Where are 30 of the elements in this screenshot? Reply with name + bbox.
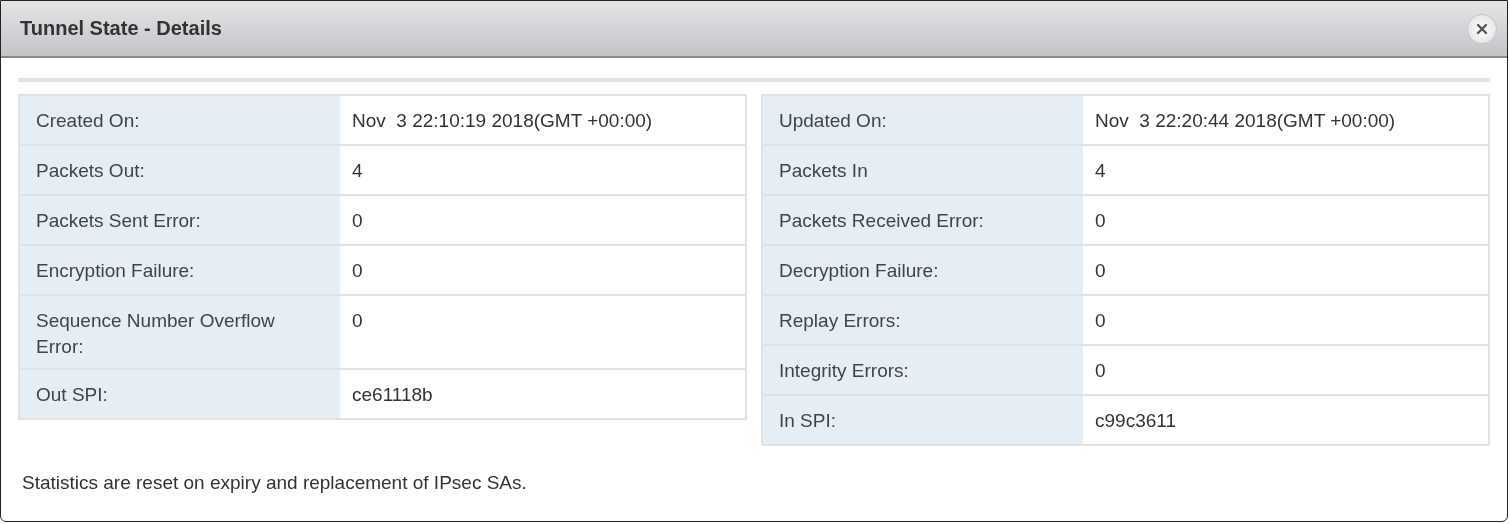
field-label: In SPI: <box>763 396 1083 444</box>
field-value: 4 <box>1094 159 1107 183</box>
field-value: ce61118b <box>351 383 434 407</box>
close-button[interactable] <box>1467 13 1497 44</box>
field-label: Updated On: <box>763 96 1083 144</box>
field-label: Packets In <box>763 146 1083 194</box>
field-label: Decryption Failure: <box>763 246 1083 294</box>
field-value: c99c3611 <box>1094 409 1177 433</box>
field-label: Integrity Errors: <box>763 346 1083 394</box>
field-label: Created On: <box>20 96 340 144</box>
field-value: 0 <box>351 209 364 233</box>
field-value: 0 <box>351 309 364 333</box>
field-value: 0 <box>1094 259 1107 283</box>
window-title: Tunnel State - Details <box>20 17 222 40</box>
field-value: 0 <box>1094 359 1107 383</box>
field-label: Packets Sent Error: <box>20 196 340 244</box>
close-icon <box>1476 22 1488 35</box>
field-label: Out SPI: <box>20 370 340 418</box>
field-value: 0 <box>1094 309 1107 333</box>
field-value: 0 <box>1094 209 1107 233</box>
field-label: Packets Received Error: <box>763 196 1083 244</box>
field-value: Nov 3 22:20:44 2018(GMT +00:00) <box>1094 109 1397 133</box>
field-label: Sequence Number Overflow Error: <box>20 296 340 368</box>
field-label: Replay Errors: <box>763 296 1083 344</box>
field-label: Packets Out: <box>20 146 340 194</box>
field-value: 4 <box>351 159 364 183</box>
field-value: 0 <box>351 259 364 283</box>
field-label: Encryption Failure: <box>20 246 340 294</box>
footnote-text: Statistics are reset on expiry and replacement of IPsec SAs. <box>21 472 528 494</box>
field-value: Nov 3 22:10:19 2018(GMT +00:00) <box>351 109 654 133</box>
